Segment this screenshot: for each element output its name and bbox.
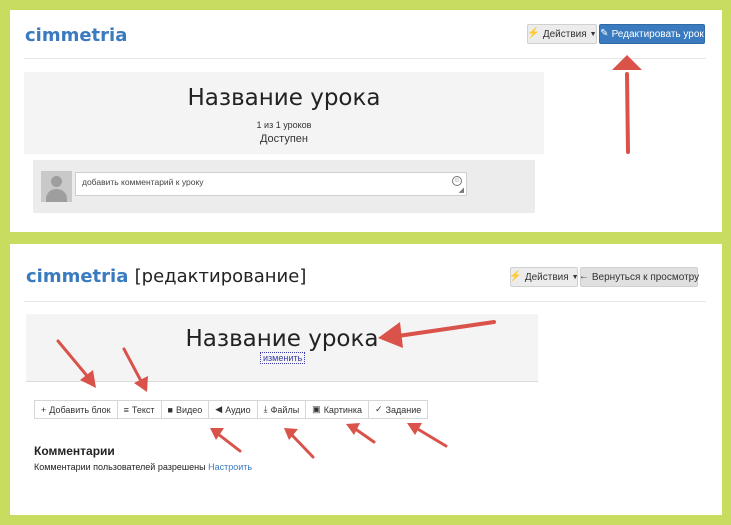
files-block-label: Файлы: [270, 404, 300, 415]
image-block-label: Картинка: [323, 404, 363, 415]
plus-icon: +: [41, 404, 47, 415]
caret-down-icon: ▼: [571, 273, 579, 281]
check-icon: ✓: [375, 404, 383, 414]
edit-lesson-label: Редактировать урок: [611, 28, 704, 40]
add-block-label: Добавить блок: [49, 404, 111, 415]
title-divider: [26, 381, 538, 382]
header-divider: [24, 58, 706, 59]
task-block-label: Задание: [385, 404, 422, 415]
lesson-title[interactable]: Название урока: [26, 326, 538, 352]
video-icon: ■: [167, 404, 173, 415]
brand-header: cimmetria [редактирование]: [26, 266, 306, 287]
comment-placeholder: добавить комментарий к уроку: [82, 177, 204, 187]
edit-icon: ✎: [600, 28, 609, 39]
comment-input[interactable]: добавить комментарий к уроку ☺ ◢: [75, 172, 467, 196]
edit-mode-label: [редактирование]: [134, 266, 307, 287]
lesson-count: 1 из 1 уроков: [256, 120, 312, 130]
actions-label: Действия: [524, 271, 569, 283]
view-mode-panel: cimmetria ⚡ Действия ▼ ✎ Редактировать у…: [10, 10, 722, 232]
user-avatar-icon: [41, 171, 72, 202]
actions-dropdown-button[interactable]: ⚡ Действия ▼: [509, 267, 579, 287]
image-icon: ▣: [312, 404, 321, 414]
lesson-header-box: Название урока 1 из 1 уроков Доступен: [24, 72, 544, 154]
audio-block-label: Аудио: [225, 404, 251, 415]
video-block-button[interactable]: ■ Видео: [162, 401, 210, 418]
comments-heading: Комментарии: [34, 444, 115, 458]
edit-mode-panel: cimmetria [редактирование] ⚡ Действия ▼ …: [10, 244, 722, 515]
lesson-header-box: Название урока: [26, 314, 538, 382]
brand-logo[interactable]: cimmetria: [26, 266, 128, 287]
change-title-link[interactable]: изменить: [260, 352, 306, 364]
brand-logo[interactable]: cimmetria: [25, 25, 127, 46]
comments-status-text: Комментарии пользователей разрешены: [34, 462, 206, 472]
lesson-status: Доступен: [259, 133, 308, 145]
bolt-icon: ⚡: [527, 28, 540, 39]
download-icon: ⤓: [263, 404, 268, 414]
back-to-view-button[interactable]: ← Вернуться к просмотру: [578, 267, 700, 287]
header-divider: [24, 301, 706, 302]
back-to-view-label: Вернуться к просмотру: [591, 271, 700, 283]
caret-down-icon: ▼: [589, 30, 597, 38]
image-block-button[interactable]: ▣ Картинка: [306, 401, 370, 418]
bolt-icon: ⚡: [509, 271, 522, 282]
edit-lesson-button[interactable]: ✎ Редактировать урок: [599, 24, 705, 44]
actions-dropdown-button[interactable]: ⚡ Действия ▼: [527, 24, 597, 44]
task-block-button[interactable]: ✓ Задание: [369, 401, 427, 418]
text-block-button[interactable]: ≡ Текст: [118, 401, 162, 418]
files-block-button[interactable]: ⤓ Файлы: [258, 401, 307, 418]
configure-comments-link[interactable]: Настроить: [208, 462, 252, 472]
emoji-icon[interactable]: ☺: [452, 176, 462, 186]
actions-label: Действия: [542, 28, 587, 40]
resize-handle-icon[interactable]: ◢: [459, 186, 464, 194]
comment-section: добавить комментарий к уроку ☺ ◢: [33, 160, 535, 213]
text-block-label: Текст: [131, 404, 155, 415]
text-icon: ≡: [123, 404, 129, 415]
audio-block-button[interactable]: ◀ Аудио: [209, 401, 258, 418]
lesson-title: Название урока: [187, 85, 381, 111]
video-block-label: Видео: [175, 404, 203, 415]
add-block-button[interactable]: + Добавить блок: [35, 401, 118, 418]
audio-icon: ◀: [215, 404, 223, 414]
comments-info: Комментарии пользователей разрешены Наст…: [34, 462, 252, 472]
block-toolbar: + Добавить блок ≡ Текст ■ Видео ◀ Аудио …: [34, 400, 429, 419]
arrow-left-icon: ←: [578, 271, 589, 282]
